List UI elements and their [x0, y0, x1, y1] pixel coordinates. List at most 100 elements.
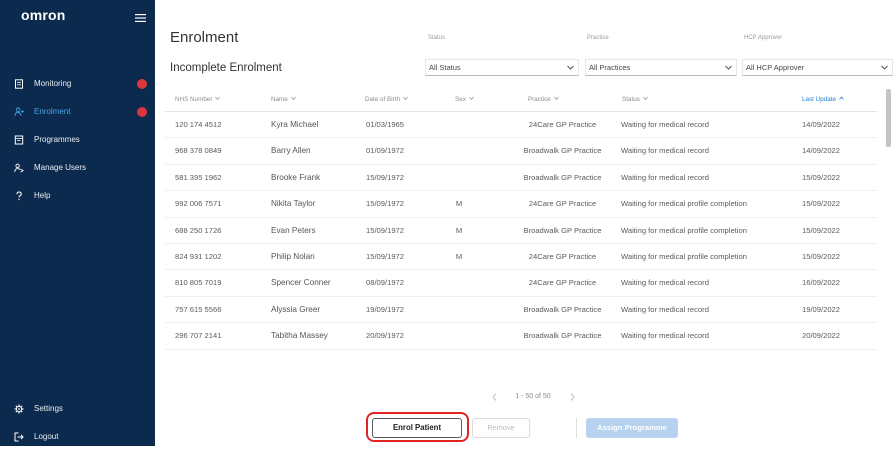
- practice-filter-value: All Practices: [589, 63, 631, 72]
- chevron-down-icon: [290, 96, 296, 101]
- hamburger-menu-icon[interactable]: [135, 10, 146, 22]
- gear-icon: [14, 404, 24, 414]
- help-icon: [14, 191, 24, 201]
- cell-nhs-number: 296 707 2141: [175, 331, 222, 341]
- column-header-label: NHS Number: [175, 96, 213, 103]
- chevron-down-icon: [215, 96, 221, 101]
- sidebar-item-label: Monitoring: [34, 79, 72, 88]
- sidebar-item-label: Enrolment: [34, 107, 71, 116]
- column-header-name[interactable]: Name: [271, 88, 296, 112]
- chevron-down-icon: [643, 96, 648, 101]
- table-header: NHS Number Name Date of Birth Sex Practice St…: [165, 88, 877, 112]
- column-header-label: Sex: [455, 96, 466, 103]
- cell-date-of-birth: 15/09/1972: [366, 172, 405, 182]
- cell-nhs-number: 120 174 4512: [175, 120, 222, 129]
- table-row[interactable]: 688 250 1726 Evan Peters 15/09/1972 M Broadw…: [165, 218, 877, 244]
- cell-last-update: 19/09/2022: [802, 304, 841, 314]
- sidebar-item-label: Programmes: [34, 135, 80, 144]
- table-scrollbar[interactable]: [886, 89, 891, 147]
- cell-practice: Broadwalk GP Practice: [523, 146, 602, 156]
- sidebar-item-settings[interactable]: Settings: [0, 397, 155, 421]
- cell-date-of-birth: 19/09/1972: [366, 304, 405, 314]
- status-filter-select[interactable]: All Status: [425, 59, 579, 76]
- cell-nhs-number: 581 395 1962: [175, 172, 222, 182]
- hcp-approver-filter-select[interactable]: All HCP Approver: [742, 59, 893, 76]
- chevron-left-icon: [491, 393, 496, 401]
- sidebar-item-programmes[interactable]: Programmes: [0, 128, 155, 152]
- cell-last-update: 15/09/2022: [802, 225, 841, 235]
- cell-nhs-number: 992 006 7571: [175, 199, 222, 209]
- enrol-patient-button[interactable]: Enrol Patient: [372, 418, 462, 438]
- table-row[interactable]: 992 006 7571 Nikita Taylor 15/09/1972 M 24Ca…: [165, 191, 877, 218]
- column-header-label: Name: [271, 96, 288, 103]
- table-row[interactable]: 810 805 7019 Spencer Conner 08/09/1972 24Ca…: [165, 270, 877, 297]
- column-header-practice[interactable]: Practice: [528, 88, 559, 112]
- monitoring-icon: [14, 79, 24, 89]
- table-row[interactable]: 824 931 1202 Philip Nolan 15/09/1972 M 24Car…: [165, 244, 877, 271]
- sidebar-item-label: Logout: [34, 432, 59, 441]
- manage-users-icon: [14, 163, 24, 173]
- remove-button[interactable]: Remove: [472, 418, 530, 438]
- cell-nhs-number: 824 931 1202: [175, 252, 222, 261]
- status-filter-label: Status: [428, 35, 446, 41]
- button-divider: [576, 418, 577, 438]
- column-header-sex[interactable]: Sex: [455, 88, 474, 112]
- practice-filter-select[interactable]: All Practices: [585, 59, 737, 76]
- cell-date-of-birth: 15/09/1972: [366, 199, 405, 209]
- cell-date-of-birth: 15/09/1972: [366, 225, 405, 235]
- cell-date-of-birth: 20/09/1972: [366, 331, 405, 341]
- pagination-info: 1 - 50 of 50: [515, 393, 551, 400]
- cell-practice: Broadwalk GP Practice: [523, 225, 602, 235]
- cell-practice: Broadwalk GP Practice: [523, 304, 602, 314]
- sidebar-item-label: Manage Users: [34, 163, 87, 172]
- chevron-down-icon: [881, 65, 888, 70]
- cell-status: Waiting for medical record: [621, 120, 709, 129]
- sidebar-item-manage-users[interactable]: Manage Users: [0, 156, 155, 180]
- cell-patient-name: Philip Nolan: [271, 252, 315, 261]
- cell-patient-name: Alyssia Greer: [271, 304, 321, 314]
- cell-last-update: 14/09/2022: [802, 146, 841, 156]
- column-header-label: Last Update: [802, 96, 836, 103]
- sidebar-item-monitoring[interactable]: Monitoring: [0, 72, 155, 96]
- cell-patient-name: Nikita Taylor: [271, 199, 316, 209]
- cell-date-of-birth: 01/09/1972: [366, 146, 405, 156]
- column-header-label: Practice: [528, 96, 551, 103]
- logout-icon: [14, 432, 24, 442]
- table-row[interactable]: 296 707 2141 Tabitha Massey 20/09/1972 Broa…: [165, 323, 877, 350]
- hcp-approver-filter-label: HCP Approver: [744, 35, 783, 41]
- chevron-down-icon: [403, 96, 408, 101]
- pagination-next-button[interactable]: [567, 391, 577, 403]
- cell-nhs-number: 968 378 0849: [175, 146, 222, 156]
- sidebar-item-help[interactable]: Help: [0, 184, 155, 208]
- pagination-prev-button[interactable]: [489, 391, 499, 403]
- table-row[interactable]: 968 378 0849 Barry Allen 01/09/1972 Broadwa…: [165, 138, 877, 165]
- sidebar: omron Monitoring Enrolment Programmes Ma…: [0, 0, 155, 446]
- table-row[interactable]: 581 395 1962 Brooke Frank 15/09/1972 Broadw…: [165, 165, 877, 192]
- cell-status: Waiting for medical record: [621, 146, 709, 156]
- column-header-nhs-number[interactable]: NHS Number: [175, 88, 221, 112]
- enrolment-icon: [14, 107, 24, 117]
- omron-logo: omron: [21, 7, 66, 23]
- sidebar-item-label: Settings: [34, 404, 63, 413]
- column-header-date-of-birth[interactable]: Date of Birth: [365, 88, 408, 112]
- chevron-down-icon: [725, 65, 732, 70]
- cell-nhs-number: 757 615 5566: [175, 304, 222, 314]
- hcp-approver-filter-value: All HCP Approver: [746, 63, 805, 72]
- practice-filter-label: Practice: [587, 35, 609, 41]
- cell-sex: M: [455, 199, 463, 209]
- assign-programme-button[interactable]: Assign Programme: [586, 418, 678, 438]
- cell-last-update: 16/09/2022: [802, 278, 841, 288]
- chevron-down-icon: [567, 65, 574, 70]
- table-row[interactable]: 120 174 4512 Kyra Michael 01/03/1965 24Care…: [165, 112, 877, 139]
- cell-practice: 24Care GP Practice: [528, 120, 597, 129]
- column-header-last-update[interactable]: Last Update: [802, 88, 844, 112]
- table-row[interactable]: 757 615 5566 Alyssia Greer 19/09/1972 Broad…: [165, 297, 877, 324]
- column-header-label: Date of Birth: [365, 96, 400, 103]
- cell-last-update: 20/09/2022: [802, 331, 841, 341]
- column-header-status[interactable]: Status: [622, 88, 648, 112]
- chevron-down-icon: [469, 96, 474, 101]
- cell-nhs-number: 810 805 7019: [175, 278, 222, 288]
- sidebar-item-logout[interactable]: Logout: [0, 425, 155, 449]
- cell-practice: Broadwalk GP Practice: [523, 172, 602, 182]
- sidebar-item-enrolment[interactable]: Enrolment: [0, 100, 155, 124]
